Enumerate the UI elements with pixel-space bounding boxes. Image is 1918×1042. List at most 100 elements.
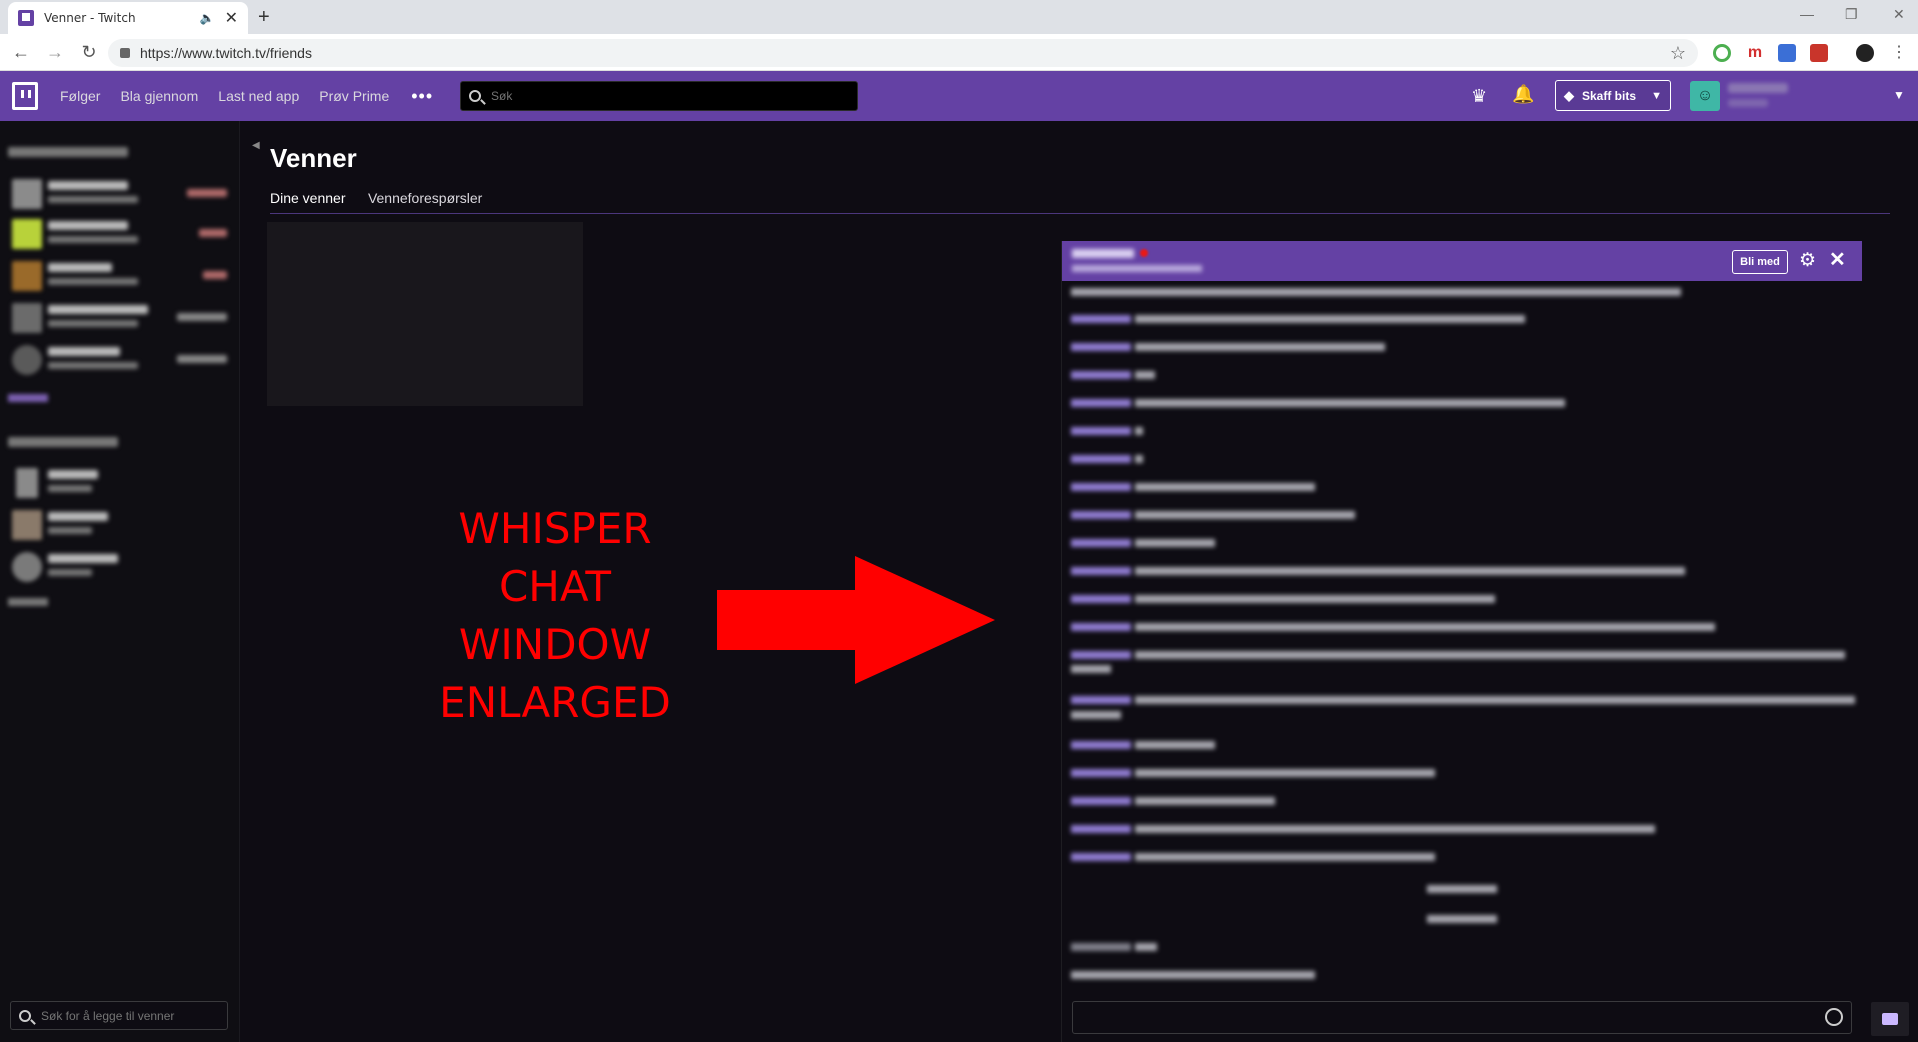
tab-your-friends[interactable]: Dine venner [270,190,346,206]
sidebar-channel-row[interactable] [8,217,233,251]
extension-icon[interactable]: m [1746,44,1764,62]
channel-name-blurred [48,181,128,190]
whispers-toggle-button[interactable] [1871,1002,1909,1036]
avatar [16,468,38,498]
avatar [12,261,42,291]
annotation-text: WHISPER CHAT WINDOW ENLARGED [430,500,680,732]
avatar [12,219,42,249]
browser-toolbar: ← → ↻ https://www.twitch.tv/friends ☆ m … [0,34,1918,71]
friend-status-blurred [48,569,92,576]
extension-icon[interactable] [1713,44,1731,62]
forward-icon[interactable]: → [42,42,68,63]
viewer-count-blurred [203,271,227,279]
reload-icon[interactable]: ↻ [76,42,102,63]
show-more-link-blurred[interactable] [8,394,48,402]
channel-name-blurred [48,221,128,230]
minimize-icon[interactable]: — [1800,6,1814,22]
friend-card[interactable] [267,222,583,406]
friends-tabs: Dine venner Venneforespørsler [270,190,1890,214]
search-input[interactable] [491,89,849,103]
channel-name-blurred [48,263,112,272]
sidebar-friend-row[interactable] [8,550,233,584]
user-menu-chevron-icon[interactable]: ▼ [1893,88,1905,102]
channel-game-blurred [48,236,138,243]
friend-name-blurred [48,470,98,479]
twitch-logo-icon[interactable] [12,82,38,110]
friend-search-input[interactable] [41,1008,219,1023]
whisper-input[interactable] [1073,1002,1813,1033]
restore-icon[interactable]: ❐ [1845,6,1858,23]
channel-game-blurred [48,196,138,203]
annotation-line: WINDOW [458,620,652,669]
tab-friend-requests[interactable]: Venneforespørsler [368,190,482,206]
show-more-link-blurred[interactable] [8,598,48,606]
twitch-topnav: Følger Bla gjennom Last ned app Prøv Pri… [0,71,1918,121]
close-icon[interactable]: ✕ [1829,247,1846,272]
browser-tab[interactable]: Venner - Twitch 🔈 ✕ [8,2,248,34]
emote-picker-icon[interactable] [1825,1008,1843,1026]
url-text: https://www.twitch.tv/friends [140,45,312,61]
user-avatar[interactable]: ☺ [1690,81,1720,111]
window-close-icon[interactable]: ✕ [1893,6,1905,23]
search-box[interactable] [460,81,858,111]
viewer-count-blurred [199,229,227,237]
notifications-bell-icon[interactable]: 🔔 [1512,84,1534,105]
address-bar[interactable]: https://www.twitch.tv/friends ☆ [108,39,1698,67]
sidebar-channel-row[interactable] [8,177,233,211]
username-blurred [1728,83,1788,93]
sidebar-channel-row[interactable] [8,259,233,293]
nav-browse[interactable]: Bla gjennom [120,88,198,104]
avatar [12,179,42,209]
gear-icon[interactable]: ⚙ [1799,249,1816,272]
tab-title: Venner - Twitch [44,11,136,25]
search-icon [469,90,481,102]
annotation-arrow [717,590,857,650]
avatar [12,510,42,540]
lock-icon [120,48,130,58]
sidebar-friend-row[interactable] [8,466,233,500]
sidebar-channel-row[interactable] [8,343,233,377]
friend-name-blurred [48,512,108,521]
nav-try-prime[interactable]: Prøv Prime [319,88,389,104]
get-bits-button[interactable]: ◆ Skaff bits ▼ [1555,80,1671,111]
profile-icon[interactable] [1856,44,1874,62]
whisper-username-blurred [1072,249,1134,258]
friend-status-blurred [48,485,92,492]
chat-bubble-icon [1882,1013,1898,1025]
friend-status-blurred [48,527,92,534]
collapse-sidebar-icon[interactable]: ◀ [252,140,260,151]
channel-name-blurred [48,347,120,356]
whisper-header[interactable]: Bli med ⚙ ✕ [1062,241,1862,281]
friend-search-box[interactable] [10,1001,228,1030]
extension-icon[interactable] [1810,44,1828,62]
whisper-status-blurred [1072,265,1202,272]
browser-tabstrip: Venner - Twitch 🔈 ✕ + — ❐ ✕ [0,0,1918,34]
speaker-icon[interactable]: 🔈 [200,11,215,25]
back-icon[interactable]: ← [8,42,34,63]
annotation-arrow-head [855,556,995,684]
annotation-line: ENLARGED [439,678,671,727]
bookmark-star-icon[interactable]: ☆ [1670,43,1686,64]
annotation-line: WHISPER [458,504,652,553]
prime-crown-icon[interactable]: ♛ [1471,86,1487,107]
search-icon [19,1009,31,1022]
user-status-blurred [1728,99,1768,107]
more-icon[interactable]: ••• [411,86,433,107]
sidebar-friend-row[interactable] [8,508,233,542]
whisper-window: Bli med ⚙ ✕ [1061,241,1862,1042]
new-tab-button[interactable]: + [258,6,270,29]
bits-label: Skaff bits [1582,88,1637,103]
tab-close-icon[interactable]: ✕ [225,8,238,28]
whisper-message-field[interactable] [1072,1001,1852,1034]
twitch-favicon-icon [18,10,34,26]
nav-download-app[interactable]: Last ned app [218,88,299,104]
menu-icon[interactable]: ⋮ [1890,44,1908,62]
sidebar-channel-row[interactable] [8,301,233,335]
channel-game-blurred [48,320,138,327]
extension-icon[interactable] [1778,44,1796,62]
channel-name-blurred [48,305,148,314]
channel-game-blurred [48,278,138,285]
join-button[interactable]: Bli med [1732,250,1788,274]
bits-gem-icon: ◆ [1564,87,1574,103]
nav-following[interactable]: Følger [60,88,100,104]
